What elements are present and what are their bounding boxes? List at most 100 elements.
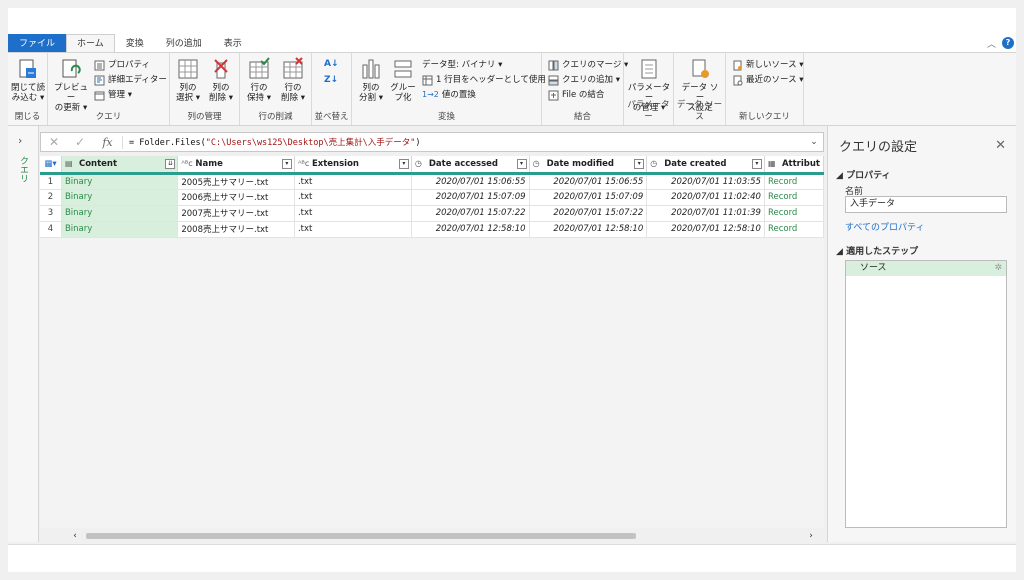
all-properties-link[interactable]: すべてのプロパティ: [845, 220, 924, 233]
gear-icon[interactable]: ✲: [994, 261, 1002, 276]
row-number[interactable]: 3: [40, 205, 62, 222]
advanced-editor-button[interactable]: 詳細エディター: [94, 73, 167, 87]
column-header-label: Date accessed: [428, 158, 498, 169]
date-accessed-cell[interactable]: 2020/07/01 12:58:10: [411, 221, 530, 238]
table-menu-icon[interactable]: ▦▾: [40, 156, 62, 175]
combine-files-button[interactable]: File の結合: [548, 88, 604, 102]
column-header-date-created[interactable]: ◷ Date created ▾: [646, 156, 765, 175]
extension-cell[interactable]: .txt: [294, 189, 412, 206]
choose-columns-button[interactable]: 列の 選択 ▾: [171, 57, 205, 103]
new-source-button[interactable]: 新しいソース ▾: [732, 58, 804, 72]
attributes-cell[interactable]: Record: [764, 205, 824, 222]
split-column-button[interactable]: 列の 分割 ▾: [354, 57, 388, 103]
append-queries-button[interactable]: クエリの追加 ▾: [548, 73, 620, 87]
table-row[interactable]: 3 Binary 2007売上サマリー.txt .txt 2020/07/01 15:0…: [40, 205, 824, 222]
remove-rows-button[interactable]: 行の 削除 ▾: [276, 57, 310, 103]
refresh-preview-button[interactable]: プレビュー の更新 ▾: [54, 57, 88, 113]
help-icon[interactable]: ?: [1002, 37, 1014, 49]
attributes-cell[interactable]: Record: [764, 221, 824, 238]
name-cell[interactable]: 2008売上サマリー.txt: [177, 221, 295, 238]
first-row-header-button[interactable]: 1 行目をヘッダーとして使用 ▾: [422, 73, 553, 87]
date-accessed-cell[interactable]: 2020/07/01 15:06:55: [411, 173, 530, 190]
name-cell[interactable]: 2007売上サマリー.txt: [177, 205, 295, 222]
group-by-button[interactable]: グルー プ化: [386, 57, 420, 103]
close-load-button[interactable]: 閉じて読 み込む ▾: [11, 57, 45, 103]
scroll-right-icon[interactable]: ›: [804, 530, 818, 542]
column-header-attributes[interactable]: ▦ Attribut: [764, 156, 824, 175]
expand-queries-icon[interactable]: ›: [18, 134, 22, 147]
filter-dropdown-icon[interactable]: ▾: [634, 159, 645, 169]
expand-column-icon[interactable]: ⇊: [165, 159, 176, 169]
applied-steps-section-header[interactable]: ◢ 適用したステップ: [836, 244, 918, 257]
tab-transform[interactable]: 変換: [115, 34, 155, 52]
date-accessed-cell[interactable]: 2020/07/01 15:07:22: [411, 205, 530, 222]
formula-input[interactable]: = Folder.Files("C:\Users\ws125\Desktop\売…: [123, 136, 805, 148]
table-row[interactable]: 4 Binary 2008売上サマリー.txt .txt 2020/07/01 12:5…: [40, 221, 824, 238]
remove-columns-label-a: 列の: [212, 83, 230, 93]
filter-dropdown-icon[interactable]: ▾: [398, 159, 409, 169]
extension-cell[interactable]: .txt: [294, 173, 412, 190]
date-created-cell[interactable]: 2020/07/01 11:01:39: [646, 205, 765, 222]
name-cell[interactable]: 2006売上サマリー.txt: [177, 189, 295, 206]
filter-dropdown-icon[interactable]: ▾: [751, 159, 762, 169]
column-header-content[interactable]: ▤ Content ⇊: [61, 156, 179, 175]
filter-dropdown-icon[interactable]: ▾: [516, 159, 527, 169]
keep-rows-button[interactable]: 行の 保持 ▾: [242, 57, 276, 103]
filter-dropdown-icon[interactable]: ▾: [281, 159, 292, 169]
formula-expand-icon[interactable]: ⌄: [805, 137, 823, 147]
properties-section-header[interactable]: ◢ プロパティ: [836, 168, 891, 181]
table-row[interactable]: 1 Binary 2005売上サマリー.txt .txt 2020/07/01 15:0…: [40, 173, 824, 190]
date-created-cell[interactable]: 2020/07/01 11:03:55: [646, 173, 765, 190]
date-modified-cell[interactable]: 2020/07/01 12:58:10: [529, 221, 648, 238]
tab-file[interactable]: ファイル: [8, 34, 67, 52]
commit-formula-icon[interactable]: ✓: [67, 135, 93, 149]
data-type-button[interactable]: データ型: バイナリ ▾: [422, 58, 502, 72]
recent-sources-button[interactable]: 最近のソース ▾: [732, 73, 804, 87]
close-icon[interactable]: ✕: [995, 138, 1006, 153]
scroll-left-icon[interactable]: ‹: [68, 530, 82, 542]
queries-pane-label[interactable]: クエリ: [17, 156, 30, 183]
attributes-cell[interactable]: Record: [764, 173, 824, 190]
keep-rows-icon: [249, 57, 270, 79]
tab-home[interactable]: ホーム: [66, 34, 115, 52]
sort-descending-button[interactable]: Z↓: [324, 73, 338, 87]
group-by-icon: [394, 60, 412, 78]
manage-button[interactable]: 管理 ▾: [94, 88, 132, 102]
content-cell[interactable]: Binary: [61, 221, 179, 238]
tab-add-column[interactable]: 列の追加: [155, 34, 213, 52]
column-header-date-accessed[interactable]: ◷ Date accessed ▾: [411, 156, 530, 175]
row-number[interactable]: 2: [40, 189, 62, 206]
cancel-formula-icon[interactable]: ✕: [41, 135, 67, 149]
content-cell[interactable]: Binary: [61, 205, 179, 222]
date-modified-cell[interactable]: 2020/07/01 15:07:22: [529, 205, 648, 222]
merge-queries-button[interactable]: クエリのマージ ▾: [548, 58, 628, 72]
sort-ascending-button[interactable]: A↓: [324, 57, 339, 71]
date-modified-cell[interactable]: 2020/07/01 15:06:55: [529, 173, 648, 190]
query-name-field[interactable]: 入手データ: [845, 196, 1007, 213]
column-header-date-modified[interactable]: ◷ Date modified ▾: [529, 156, 648, 175]
content-cell[interactable]: Binary: [61, 173, 179, 190]
properties-button[interactable]: プロパティ: [94, 58, 150, 72]
row-number[interactable]: 4: [40, 221, 62, 238]
date-accessed-cell[interactable]: 2020/07/01 15:07:09: [411, 189, 530, 206]
step-item[interactable]: ソース ✲: [846, 261, 1006, 276]
content-cell[interactable]: Binary: [61, 189, 179, 206]
remove-columns-button[interactable]: 列の 削除 ▾: [204, 57, 238, 103]
table-row[interactable]: 2 Binary 2006売上サマリー.txt .txt 2020/07/01 15:0…: [40, 189, 824, 206]
date-created-cell[interactable]: 2020/07/01 12:58:10: [646, 221, 765, 238]
ribbon-collapse-icon[interactable]: ︿: [987, 37, 996, 50]
extension-cell[interactable]: .txt: [294, 221, 412, 238]
fx-icon[interactable]: fx: [93, 135, 123, 149]
horizontal-scrollbar[interactable]: ‹ ›: [62, 530, 822, 542]
date-modified-cell[interactable]: 2020/07/01 15:07:09: [529, 189, 648, 206]
scrollbar-thumb[interactable]: [86, 533, 636, 539]
tab-view[interactable]: 表示: [213, 34, 253, 52]
extension-cell[interactable]: .txt: [294, 205, 412, 222]
column-header-extension[interactable]: ᴬᴮc Extension ▾: [294, 156, 412, 175]
name-cell[interactable]: 2005売上サマリー.txt: [177, 173, 295, 190]
attributes-cell[interactable]: Record: [764, 189, 824, 206]
column-header-name[interactable]: ᴬᴮc Name ▾: [177, 156, 295, 175]
replace-values-button[interactable]: 1→2 値の置換: [422, 88, 476, 102]
date-created-cell[interactable]: 2020/07/01 11:02:40: [646, 189, 765, 206]
row-number[interactable]: 1: [40, 173, 62, 190]
